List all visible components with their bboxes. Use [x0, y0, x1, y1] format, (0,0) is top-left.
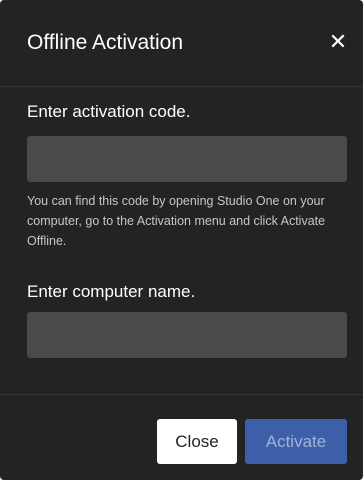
dialog-header: Offline Activation ✕ — [0, 0, 363, 87]
offline-activation-dialog: Offline Activation ✕ Enter activation co… — [0, 0, 363, 480]
computer-name-input[interactable] — [27, 312, 347, 358]
dialog-title: Offline Activation — [27, 31, 184, 54]
dialog-footer: Close Activate — [0, 394, 363, 480]
activation-code-label: Enter activation code. — [27, 102, 191, 121]
activation-code-hint: You can find this code by opening Studio… — [27, 194, 326, 248]
activation-code-input[interactable] — [27, 136, 347, 182]
activate-button[interactable]: Activate — [245, 419, 347, 464]
computer-name-label: Enter computer name. — [27, 282, 196, 301]
close-button[interactable]: Close — [157, 419, 237, 464]
close-icon[interactable]: ✕ — [326, 29, 350, 55]
